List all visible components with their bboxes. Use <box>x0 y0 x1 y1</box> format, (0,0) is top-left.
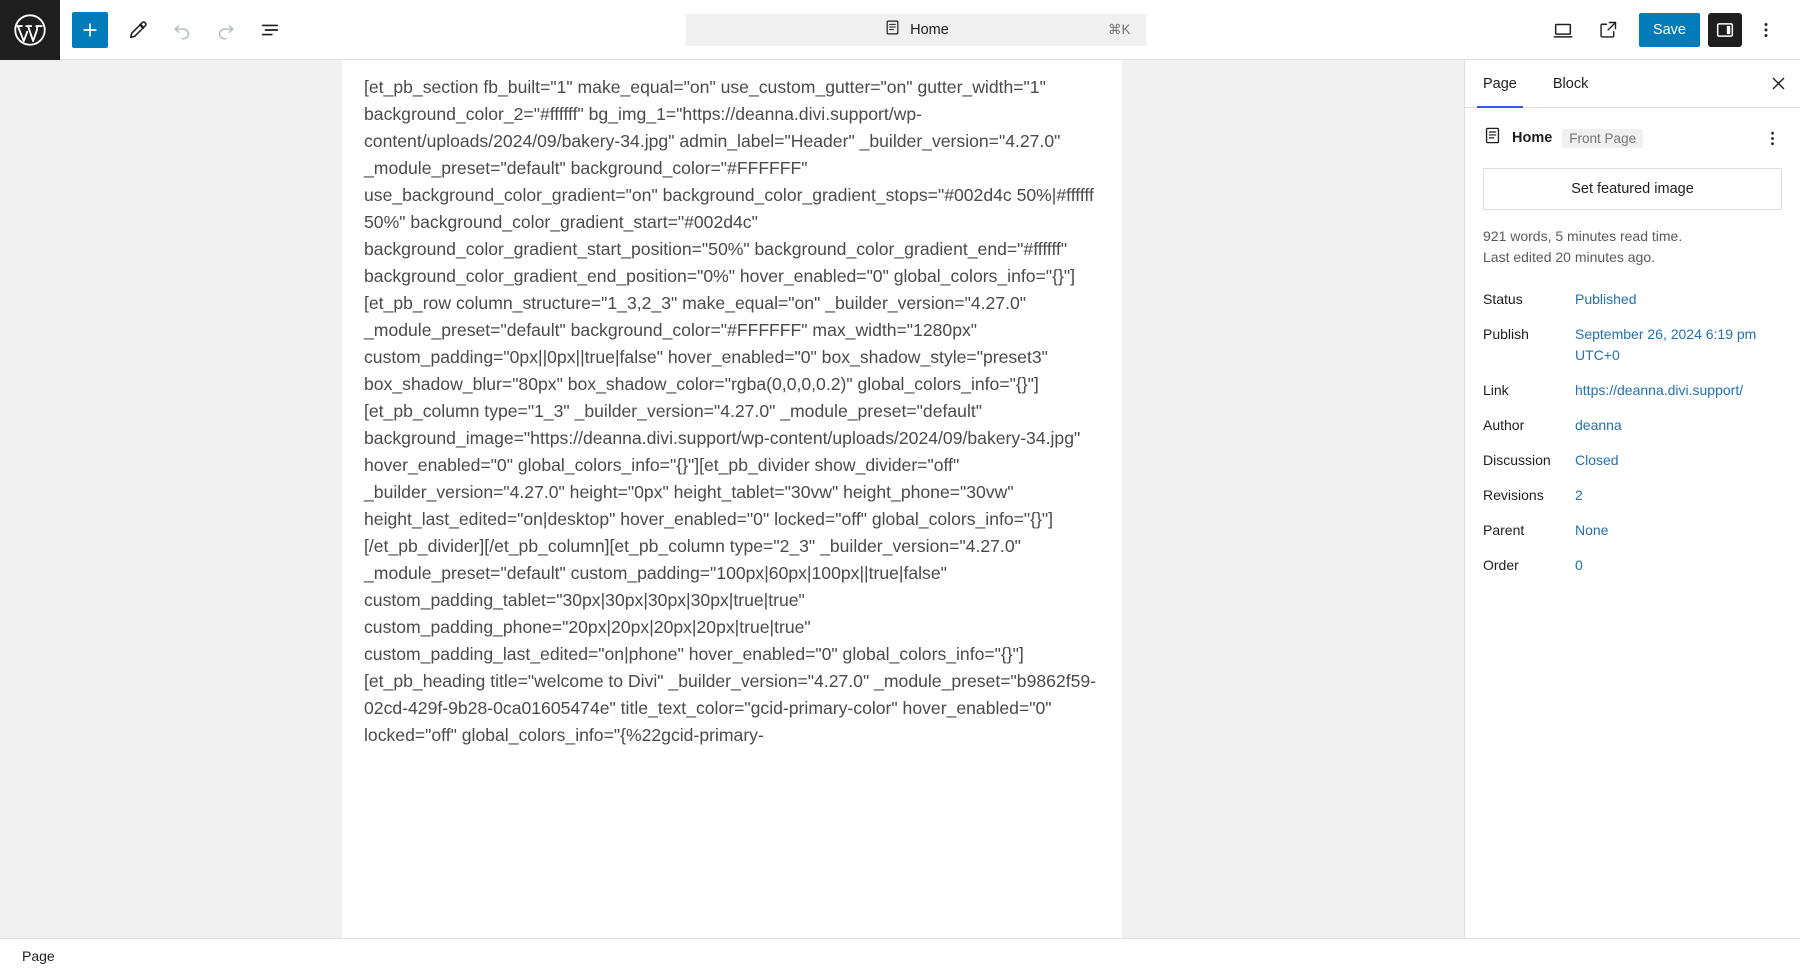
meta-label: Revisions <box>1483 487 1544 503</box>
close-x-icon[interactable] <box>1756 60 1800 107</box>
settings-sidebar: Page Block Home Front Page Set featured … <box>1464 60 1800 938</box>
sidebar-document-title: Home <box>1512 130 1553 146</box>
meta-value-author[interactable]: deanna <box>1575 415 1782 436</box>
desktop-device-icon[interactable] <box>1541 8 1585 52</box>
meta-label: Order <box>1483 557 1519 573</box>
page-document-icon <box>884 19 901 41</box>
ellipsis-vertical-icon[interactable] <box>1744 8 1788 52</box>
meta-row-order: Order 0 <box>1483 548 1782 583</box>
meta-label: Link <box>1483 382 1509 398</box>
meta-value-status[interactable]: Published <box>1575 289 1782 310</box>
header-left-tools <box>60 8 292 52</box>
meta-row-status: Status Published <box>1483 282 1782 317</box>
sidebar-panel-icon[interactable] <box>1708 12 1742 47</box>
meta-value-discussion[interactable]: Closed <box>1575 450 1782 471</box>
meta-row-link: Link https://deanna.divi.support/ <box>1483 373 1782 408</box>
command-bar-shortcut: ⌘K <box>1107 21 1131 37</box>
command-bar-title: Home <box>910 21 949 38</box>
meta-row-discussion: Discussion Closed <box>1483 443 1782 478</box>
meta-row-author: Author deanna <box>1483 408 1782 443</box>
tab-page[interactable]: Page <box>1465 60 1535 108</box>
front-page-badge: Front Page <box>1562 128 1644 148</box>
ellipsis-vertical-icon[interactable] <box>1758 124 1786 152</box>
sidebar-tabs: Page Block <box>1465 60 1800 108</box>
shortcode-block-content[interactable]: [et_pb_section fb_built="1" make_equal="… <box>364 60 1100 749</box>
tab-block[interactable]: Block <box>1535 60 1606 107</box>
editor-header: Home ⌘K Save <box>0 0 1800 60</box>
page-document-icon <box>1483 126 1502 150</box>
wordpress-block-editor: Home ⌘K Save [et_pb_section fb_built="1"… <box>0 0 1800 973</box>
meta-value-link[interactable]: https://deanna.divi.support/ <box>1575 380 1782 401</box>
meta-value-revisions[interactable]: 2 <box>1575 485 1782 506</box>
meta-label: Author <box>1483 417 1525 433</box>
word-count-text: 921 words, 5 minutes read time. <box>1483 228 1683 244</box>
breadcrumb[interactable]: Page <box>22 948 55 964</box>
set-featured-image-button[interactable]: Set featured image <box>1483 168 1782 210</box>
sidebar-stats: 921 words, 5 minutes read time. Last edi… <box>1465 210 1800 272</box>
meta-row-revisions: Revisions 2 <box>1483 478 1782 513</box>
document-overview-icon[interactable] <box>248 8 292 52</box>
meta-label: Publish <box>1483 326 1529 342</box>
meta-value-order[interactable]: 0 <box>1575 555 1782 576</box>
external-link-icon[interactable] <box>1587 8 1631 52</box>
meta-row-parent: Parent None <box>1483 513 1782 548</box>
redo-arrow-icon[interactable] <box>204 8 248 52</box>
meta-value-publish[interactable]: September 26, 2024 6:19 pm UTC+0 <box>1575 324 1782 366</box>
editor-footer: Page <box>0 938 1800 973</box>
sidebar-metadata-list: Status Published Publish September 26, 2… <box>1465 272 1800 583</box>
undo-arrow-icon[interactable] <box>160 8 204 52</box>
meta-label: Parent <box>1483 522 1525 538</box>
sidebar-document-row: Home Front Page <box>1465 108 1800 162</box>
meta-label: Status <box>1483 291 1523 307</box>
last-edited-text: Last edited 20 minutes ago. <box>1483 249 1656 265</box>
document-card: [et_pb_section fb_built="1" make_equal="… <box>342 60 1122 938</box>
header-right-tools: Save <box>1541 8 1800 52</box>
meta-value-parent[interactable]: None <box>1575 520 1782 541</box>
meta-row-publish: Publish September 26, 2024 6:19 pm UTC+0 <box>1483 317 1782 373</box>
wordpress-logo-icon[interactable] <box>0 0 60 60</box>
save-button[interactable]: Save <box>1638 12 1700 47</box>
add-block-button[interactable] <box>72 11 108 48</box>
command-bar[interactable]: Home ⌘K <box>686 13 1147 46</box>
command-bar-region: Home ⌘K <box>292 13 1541 46</box>
meta-label: Discussion <box>1483 452 1551 468</box>
edit-mode-button[interactable] <box>116 8 160 52</box>
editor-body: [et_pb_section fb_built="1" make_equal="… <box>0 60 1800 938</box>
editor-canvas: [et_pb_section fb_built="1" make_equal="… <box>0 60 1464 938</box>
